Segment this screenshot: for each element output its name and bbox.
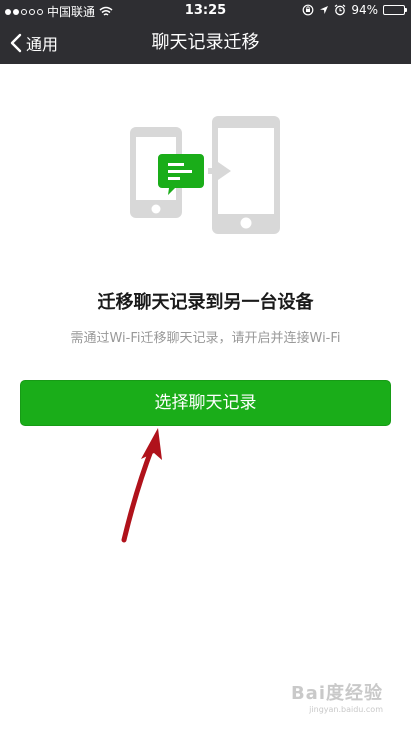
- rotation-lock-icon: [302, 4, 314, 16]
- page-title: 聊天记录迁移: [151, 32, 260, 53]
- chat-migration-illustration: [130, 116, 280, 234]
- migration-heading: 迁移聊天记录到另一台设备: [97, 292, 314, 313]
- watermark-url: jingyan.baidu.com: [309, 705, 383, 714]
- wifi-requirement-text: 需通过Wi-Fi迁移聊天记录，请开启并连接Wi-Fi: [70, 331, 341, 346]
- battery-icon: [383, 5, 407, 15]
- watermark-brand: Bai度经验: [290, 683, 383, 704]
- red-arrow-annotation: [121, 428, 162, 543]
- status-bar: 中国联通 13:25 94%: [0, 0, 411, 22]
- location-icon: [320, 6, 329, 14]
- status-right: 94%: [302, 3, 407, 17]
- battery-percent: 94%: [351, 3, 378, 17]
- nav-bar: 通用 聊天记录迁移: [0, 22, 411, 64]
- baidu-jingyan-watermark: Bai度经验 jingyan.baidu.com: [291, 679, 383, 714]
- select-chat-history-button[interactable]: 选择聊天记录: [20, 380, 391, 426]
- alarm-icon: [334, 4, 346, 16]
